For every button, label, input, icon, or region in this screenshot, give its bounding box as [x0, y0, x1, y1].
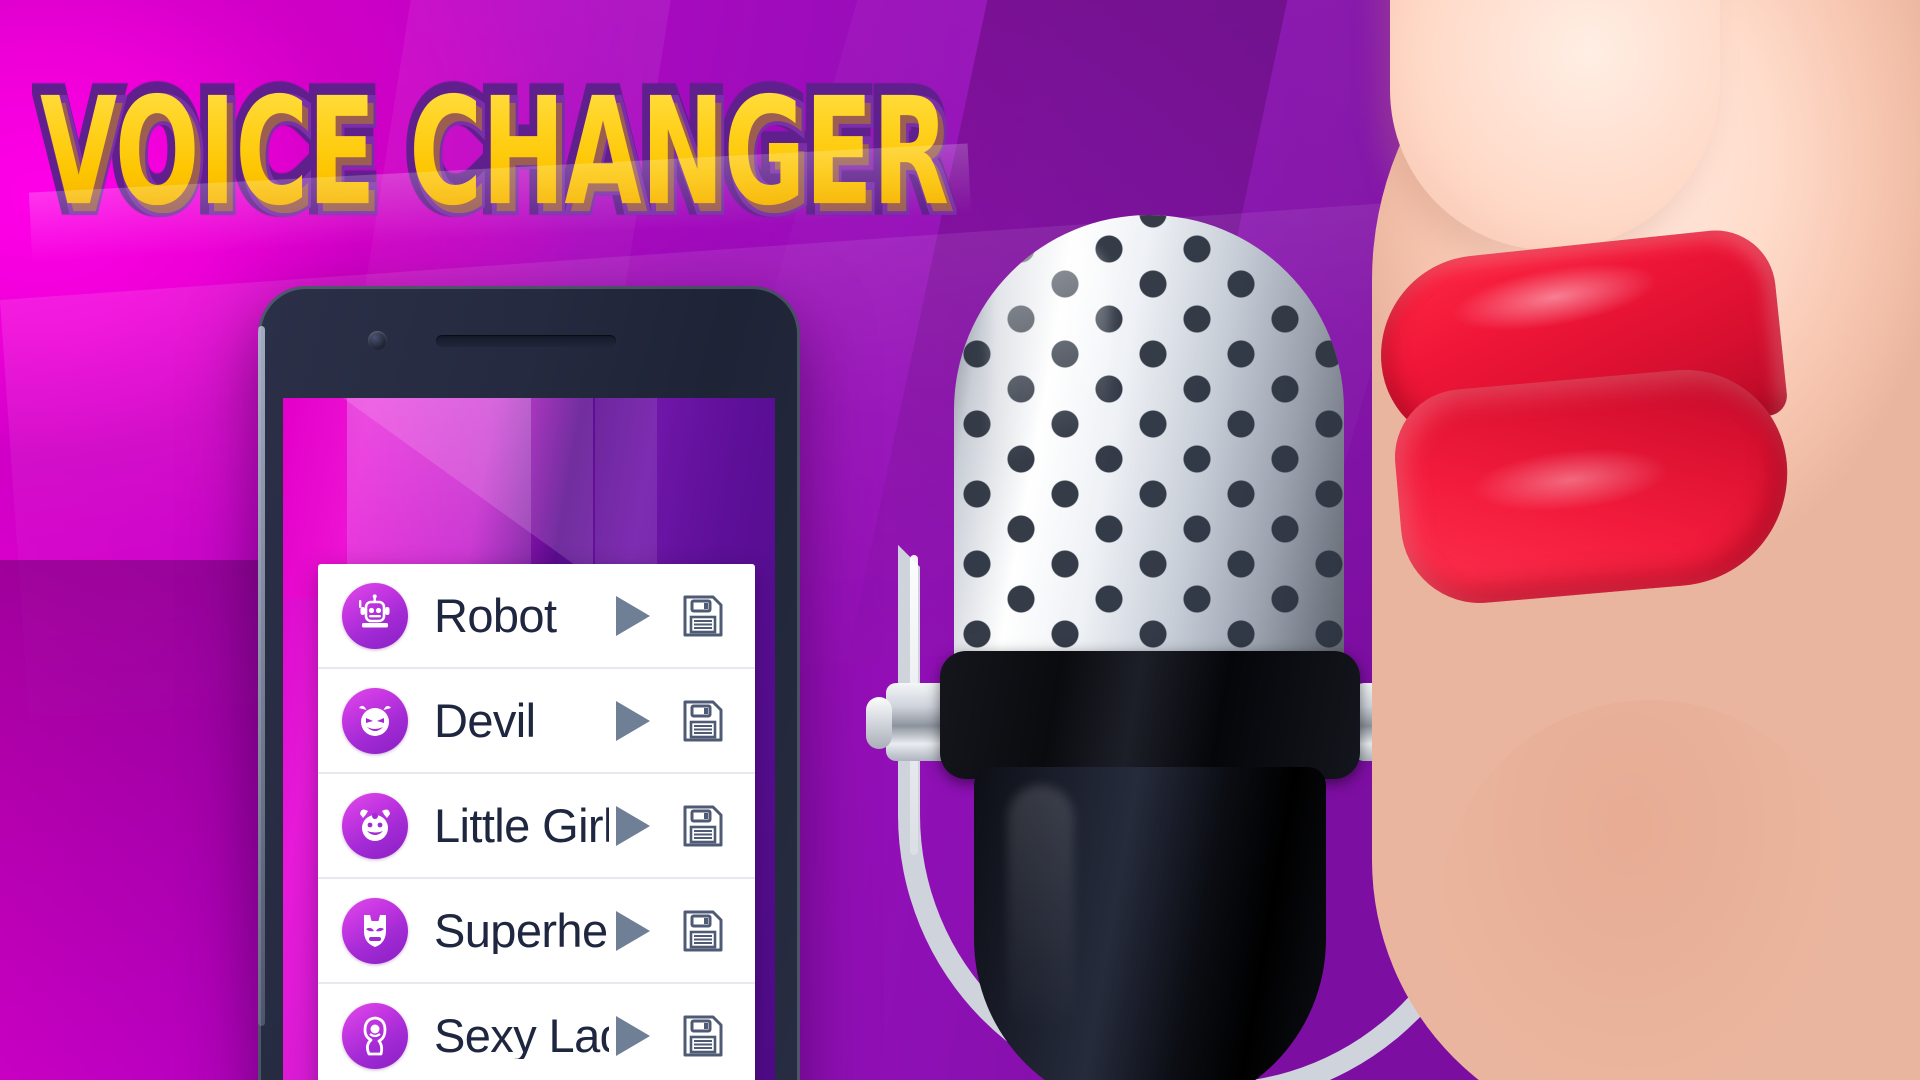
voice-list-item-label: Robot: [434, 592, 557, 639]
microphone-collar: [940, 651, 1360, 779]
voice-effect-list: RobotDevilLittle GirlSuperheroSexy LadyO…: [318, 564, 755, 1080]
voice-list-item-label: Superhero: [434, 907, 609, 954]
voice-list-item-label: Devil: [434, 697, 536, 744]
voice-list-item-label: Little Girl: [434, 802, 609, 849]
red-lips-mouth-photo: [1320, 0, 1920, 1080]
lady-silhouette-icon: [342, 1002, 408, 1069]
floppy-disk-save-icon[interactable]: [675, 803, 731, 849]
voice-list-item[interactable]: Robot: [318, 564, 755, 669]
voice-list-item[interactable]: Superhero: [318, 879, 755, 984]
floppy-disk-save-icon[interactable]: [675, 593, 731, 639]
promo-banner: VOICE CHANGER VOICE CHANGER VOICE CHANGE…: [0, 0, 1920, 1080]
microphone-mesh-holes: [954, 215, 1344, 685]
robot-face-icon: [342, 582, 408, 649]
voice-list-item[interactable]: Little Girl: [318, 774, 755, 879]
play-icon[interactable]: [609, 698, 657, 744]
devil-face-icon: [342, 687, 408, 754]
phone-screen: RobotDevilLittle GirlSuperheroSexy LadyO…: [283, 398, 775, 1080]
app-title-text: VOICE CHANGER: [40, 66, 949, 240]
voice-list-item[interactable]: Devil: [318, 669, 755, 774]
camera-dot-icon: [368, 331, 387, 350]
floppy-disk-save-icon[interactable]: [675, 908, 731, 954]
play-icon[interactable]: [609, 593, 657, 639]
screen-triangle-accent: [343, 398, 593, 578]
phone-side-edge: [258, 326, 265, 1026]
floppy-disk-save-icon[interactable]: [675, 1013, 731, 1059]
play-icon[interactable]: [609, 803, 657, 849]
play-icon[interactable]: [609, 908, 657, 954]
superhero-mask-icon: [342, 897, 408, 964]
play-icon[interactable]: [609, 1013, 657, 1059]
app-title: VOICE CHANGER VOICE CHANGER VOICE CHANGE…: [28, 60, 972, 263]
voice-list-item-label: Sexy Lady: [434, 1012, 609, 1059]
floppy-disk-save-icon[interactable]: [675, 698, 731, 744]
earpiece-speaker-icon: [436, 335, 616, 347]
microphone-mesh-head: [954, 215, 1344, 685]
phone-mockup: RobotDevilLittle GirlSuperheroSexy LadyO…: [258, 286, 800, 1080]
microphone-body-gloss: [1008, 785, 1074, 1035]
little-girl-face-icon: [342, 792, 408, 859]
voice-list-item[interactable]: Sexy Lady: [318, 984, 755, 1080]
